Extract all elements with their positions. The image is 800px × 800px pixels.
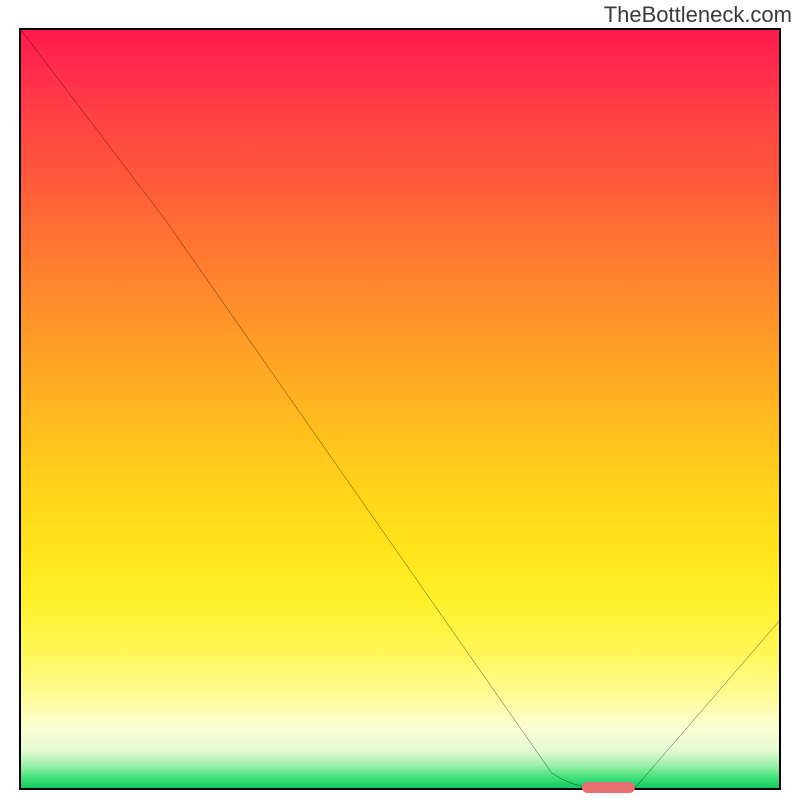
chart-container: TheBottleneck.com — [0, 0, 800, 800]
plot-area — [19, 28, 781, 790]
curve-path — [21, 30, 779, 788]
optimal-marker — [582, 782, 635, 793]
watermark-text: TheBottleneck.com — [604, 2, 792, 28]
bottleneck-curve — [21, 30, 779, 788]
